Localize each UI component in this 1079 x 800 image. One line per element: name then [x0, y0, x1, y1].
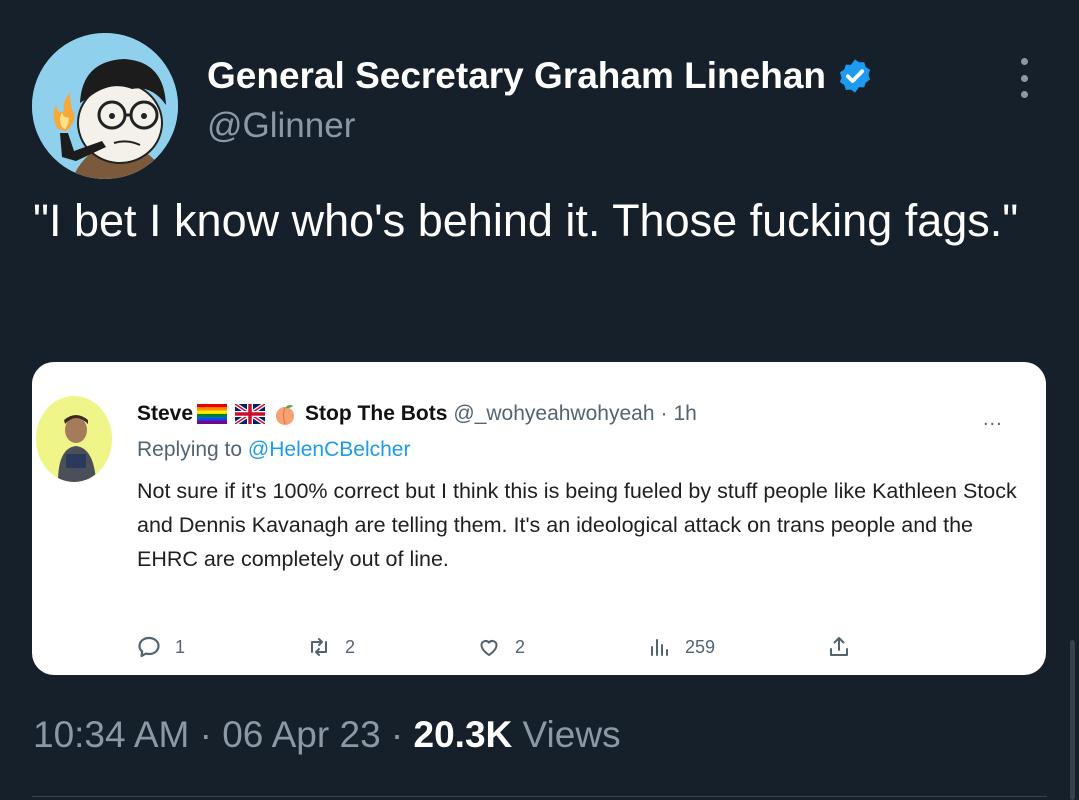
author-name[interactable]: General Secretary Graham Linehan	[207, 55, 826, 97]
more-vertical-icon[interactable]	[1012, 58, 1036, 98]
quoted-tweet-card[interactable]: Steve Stop The Bots @_wohyeahwohyeah · 1…	[32, 362, 1046, 675]
dot	[1020, 74, 1028, 82]
tweet-date[interactable]: 06 Apr 23	[222, 714, 380, 755]
share-icon	[830, 637, 848, 656]
quoted-name-suffix[interactable]: Stop The Bots	[305, 402, 447, 426]
views-count-small: 259	[685, 636, 716, 657]
like-count: 2	[515, 636, 526, 657]
share-action[interactable]	[827, 635, 865, 659]
replying-to-link[interactable]: @HelenCBelcher	[248, 438, 411, 461]
author-handle[interactable]: @Glinner	[207, 106, 355, 146]
quoted-name[interactable]: Steve	[137, 402, 193, 426]
reply-action[interactable]: 1	[137, 635, 185, 659]
like-action[interactable]: 2	[477, 635, 525, 659]
tweet-meta: 10:34 AM · 06 Apr 23 · 20.3K Views	[33, 714, 621, 756]
tweet-views-count[interactable]: 20.3K	[414, 714, 513, 755]
rainbow-flag-icon	[197, 404, 228, 424]
tweet-views-label[interactable]: Views	[523, 714, 621, 755]
views-action[interactable]: 259	[647, 635, 715, 659]
meta-separator: ·	[199, 714, 212, 755]
author-name-row[interactable]: General Secretary Graham Linehan	[207, 55, 874, 97]
quoted-body: Not sure if it's 100% correct but I thin…	[137, 479, 1017, 571]
reply-icon	[138, 636, 160, 658]
quoted-avatar[interactable]	[36, 396, 112, 482]
quoted-handle[interactable]: @_wohyeahwohyeah	[453, 402, 654, 426]
scrollbar[interactable]	[1070, 640, 1075, 800]
tweet-text: "I bet I know who's behind it. Those fuc…	[33, 195, 1019, 246]
quoted-more-icon[interactable]: ...	[983, 408, 1003, 431]
meta-separator: ·	[390, 714, 404, 755]
quoted-time[interactable]: 1h	[674, 402, 697, 426]
retweet-count: 2	[345, 636, 356, 657]
peach-icon	[273, 402, 297, 426]
quoted-header: Steve Stop The Bots @_wohyeahwohyeah · 1…	[137, 402, 697, 426]
heart-icon	[480, 640, 498, 656]
replying-to: Replying to @HelenCBelcher	[137, 438, 410, 462]
author-avatar[interactable]	[32, 33, 178, 179]
quoted-separator: ·	[660, 402, 668, 425]
analytics-icon	[651, 639, 668, 656]
quoted-actions: 1 2 2 259	[137, 635, 857, 665]
retweet-icon	[311, 638, 327, 656]
replying-prefix: Replying to	[137, 438, 243, 461]
retweet-action[interactable]: 2	[307, 635, 355, 659]
dot	[1020, 91, 1028, 98]
reply-count: 1	[175, 636, 186, 657]
uk-flag-icon	[235, 404, 266, 424]
dot	[1020, 58, 1028, 65]
verified-badge-icon	[836, 57, 874, 95]
tweet-time[interactable]: 10:34 AM	[33, 714, 189, 755]
divider	[32, 796, 1047, 797]
